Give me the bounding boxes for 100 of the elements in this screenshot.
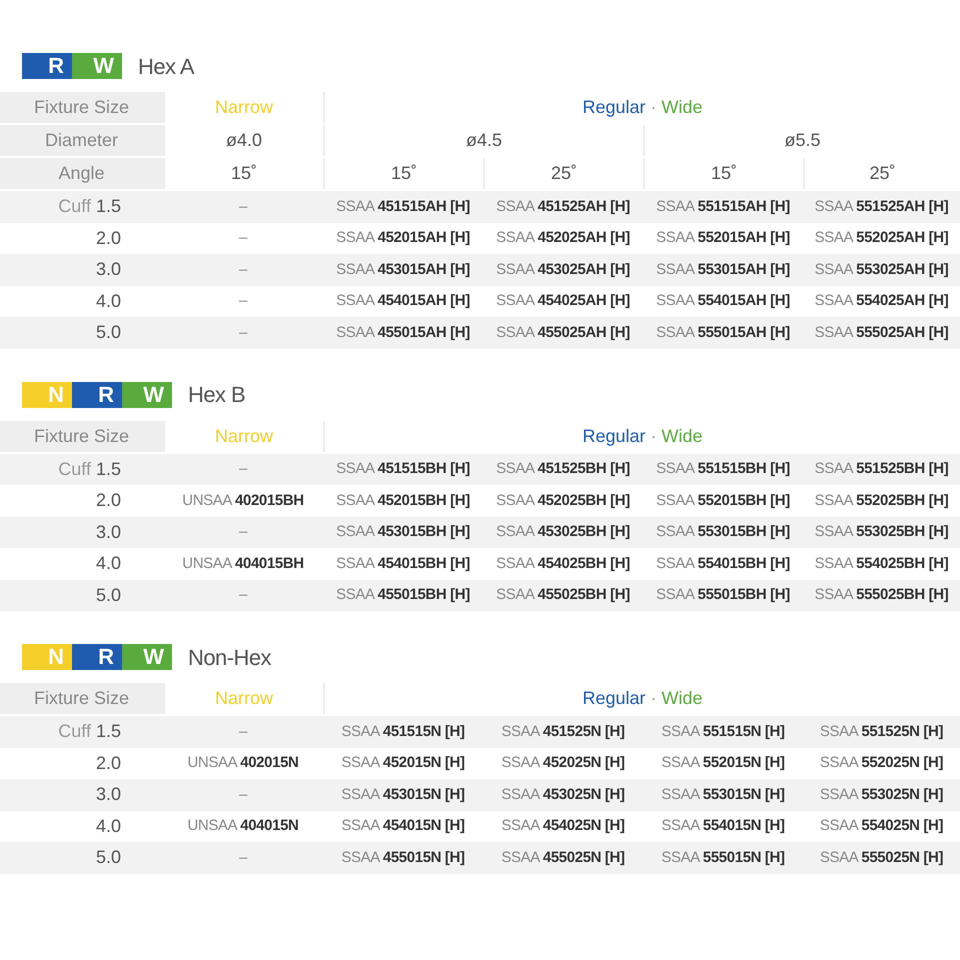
table-cell-text: SSAA 552015AH [H] (656, 228, 790, 248)
table-cell-text: SSAA 552025AH [H] (814, 228, 948, 248)
table-cell-text: SSAA 551525BH [H] (814, 459, 948, 479)
table-cell-text: – (239, 196, 247, 216)
table-cell-text: SSAA 452015N [H] (341, 753, 465, 773)
table-cell-text: SSAA 553025N [H] (820, 784, 944, 804)
table-cell-text: SSAA 454015AH [H] (336, 291, 470, 311)
table-cell-text: SSAA 554025AH [H] (814, 291, 948, 311)
row-label: Cuff 1.5 (58, 195, 121, 218)
table-cell-text: SSAA 555015AH [H] (656, 322, 790, 342)
table-cell-text: SSAA 454025AH [H] (496, 291, 630, 311)
table-cell-text: – (239, 784, 247, 804)
row-label: 4.0 (96, 290, 121, 313)
table-cell-text: SSAA 453025BH [H] (496, 522, 630, 542)
header-label: Diameter (0, 125, 163, 156)
table-cell-text: SSAA 454025BH [H] (496, 554, 630, 574)
table-cell-text: SSAA 551515N [H] (661, 722, 785, 742)
table-cell-text: SSAA 455015N [H] (341, 848, 465, 868)
table-cell-text: SSAA 553015BH [H] (656, 522, 790, 542)
table-cell-text: SSAA 553015N [H] (661, 784, 785, 804)
table-cell-text: – (239, 522, 247, 542)
table-cell-text: SSAA 451515AH [H] (336, 196, 470, 216)
table-cell-text: SSAA 453015N [H] (341, 784, 465, 804)
section-title: Non-Hex (188, 644, 271, 672)
size-badge: R (72, 644, 122, 670)
table-cell-text: SSAA 452025BH [H] (496, 490, 630, 510)
size-badge: N (22, 382, 72, 408)
table-cell-text: SSAA 554025N [H] (820, 816, 944, 836)
table-cell-text: SSAA 455025BH [H] (496, 585, 630, 605)
header-label: Fixture Size (0, 420, 163, 452)
header-label: Angle (0, 158, 163, 189)
table-cell-text: SSAA 552025N [H] (820, 753, 944, 773)
header-label: Fixture Size (0, 683, 163, 714)
table-cell-text: SSAA 553025BH [H] (814, 522, 948, 542)
table-cell-text: SSAA 551515AH [H] (656, 196, 790, 216)
table-cell-text: SSAA 452025AH [H] (496, 228, 630, 248)
table-cell-text: SSAA 454025N [H] (501, 816, 625, 836)
table-cell-text: SSAA 452015AH [H] (336, 228, 470, 248)
table-cell-text: – (239, 585, 247, 605)
table-cell-text: – (239, 459, 247, 479)
table-cell-text: SSAA 455025N [H] (501, 848, 625, 868)
table-cell-text: SSAA 455015AH [H] (336, 322, 470, 342)
table-cell-text: SSAA 552015N [H] (661, 753, 785, 773)
table-cell-text: – (239, 291, 247, 311)
table-cell-text: UNSAA 402015BH (182, 490, 304, 510)
row-label: 4.0 (96, 814, 121, 838)
table-cell-text: SSAA 551515BH [H] (656, 459, 790, 479)
table-cell-text: SSAA 453015BH [H] (336, 522, 470, 542)
row-label: 2.0 (96, 489, 121, 512)
row-label: Cuff 1.5 (58, 458, 121, 481)
row-label: 4.0 (96, 552, 121, 576)
table-cell-text: – (239, 848, 247, 868)
table-cell-text: SSAA 555015BH [H] (656, 585, 790, 605)
row-label: 3.0 (96, 520, 121, 544)
row-label: Cuff 1.5 (58, 720, 121, 744)
size-badge: R (22, 53, 72, 79)
table-cell-text: SSAA 455025AH [H] (496, 322, 630, 342)
table-cell-text: – (239, 722, 247, 742)
size-badge: W (72, 53, 122, 79)
size-badge: N (22, 644, 72, 670)
row-label: 3.0 (96, 783, 121, 806)
row-label: 5.0 (96, 846, 121, 870)
table-cell-text: SSAA 451515BH [H] (336, 459, 470, 479)
row-label: 2.0 (96, 226, 121, 250)
size-badge: W (122, 644, 172, 670)
row-label: 2.0 (96, 752, 121, 775)
table-cell-text: SSAA 453025AH [H] (496, 260, 630, 280)
table-cell-text: SSAA 554015N [H] (661, 816, 785, 836)
table-cell-text: SSAA 455015BH [H] (336, 585, 470, 605)
table-cell-text: SSAA 551525N [H] (820, 722, 944, 742)
table-cell-text: SSAA 452015BH [H] (336, 490, 470, 510)
row-label: 3.0 (96, 258, 121, 282)
table-cell-text: SSAA 554015BH [H] (656, 554, 790, 574)
table-cell-text: – (239, 322, 247, 342)
table-cell-text: SSAA 555025BH [H] (814, 585, 948, 605)
table-cell-text: SSAA 453015AH [H] (336, 260, 470, 280)
table-cell-text: SSAA 555025AH [H] (814, 322, 948, 342)
table-cell-text: SSAA 555015N [H] (661, 848, 785, 868)
table-cell-text: SSAA 551525AH [H] (814, 196, 948, 216)
table-cell-text: SSAA 552015BH [H] (656, 490, 790, 510)
table-cell-text: SSAA 553025AH [H] (814, 260, 948, 280)
table-cell-text: SSAA 451525N [H] (501, 722, 625, 742)
table-cell-text: SSAA 454015BH [H] (336, 554, 470, 574)
table-cell-text: SSAA 454015N [H] (341, 816, 465, 836)
section-title: Hex A (138, 52, 194, 80)
table-cell-text: SSAA 452025N [H] (501, 753, 625, 773)
table-cell-text: UNSAA 404015N (187, 816, 299, 836)
table-cell-text: SSAA 451515N [H] (341, 722, 465, 742)
table-cell-text: – (239, 260, 247, 280)
header-label: Fixture Size (0, 92, 163, 123)
size-badge: R (72, 382, 122, 408)
section-title: Hex B (188, 381, 246, 409)
table-cell-text: SSAA 555025N [H] (820, 848, 944, 868)
table-cell-text: SSAA 554015AH [H] (656, 291, 790, 311)
table-cell-text: UNSAA 404015BH (182, 554, 304, 574)
table-cell-text: SSAA 453025N [H] (501, 784, 625, 804)
table-cell-text: SSAA 554025BH [H] (814, 554, 948, 574)
row-label: 5.0 (96, 584, 121, 607)
table-cell-text: SSAA 552025BH [H] (814, 490, 948, 510)
table-cell-text: SSAA 553015AH [H] (656, 260, 790, 280)
